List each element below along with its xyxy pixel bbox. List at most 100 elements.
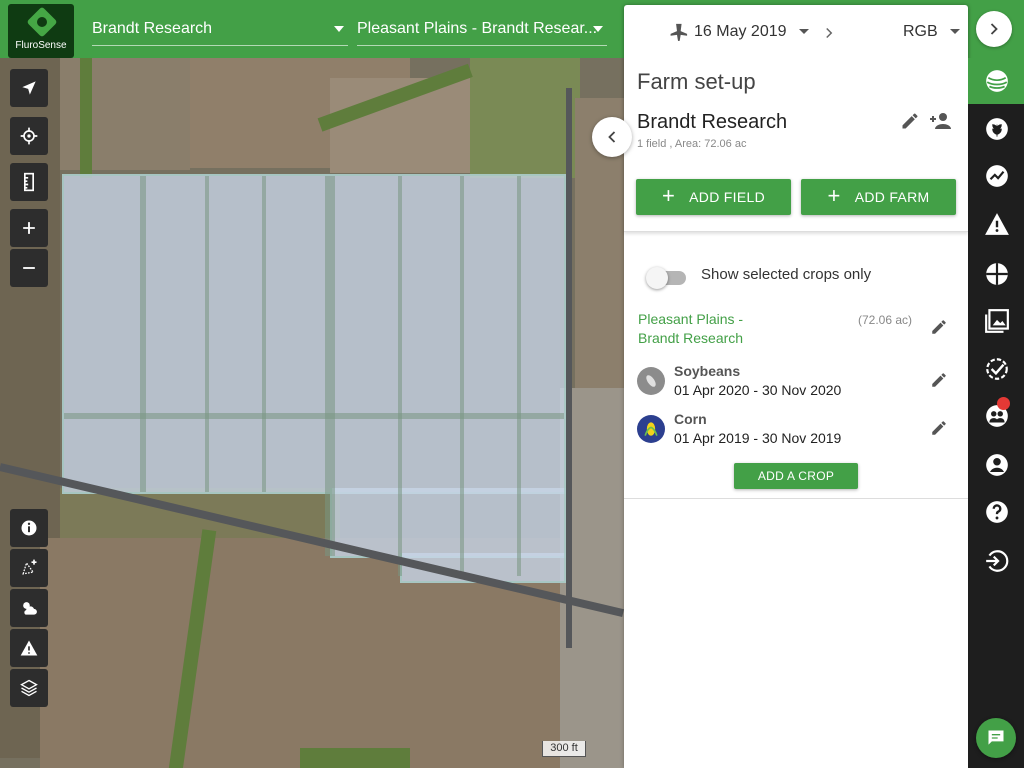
warning-button[interactable] (10, 629, 48, 667)
farm-setup-panel: 16 May 2019 RGB Farm set-up Brandt Resea… (624, 5, 968, 768)
pencil-icon (932, 320, 946, 334)
field-selector[interactable]: Pleasant Plains - Brandt Resear... (357, 12, 607, 46)
add-crop-button[interactable]: ADD A CROP (734, 463, 858, 489)
nav-checklist[interactable] (984, 356, 1010, 382)
add-farm-button[interactable]: + ADD FARM (801, 179, 956, 215)
chat-button[interactable] (976, 718, 1016, 758)
layer-selector[interactable]: RGB (903, 23, 961, 41)
nav-team[interactable] (984, 397, 1010, 429)
farm-selector[interactable]: Brandt Research (92, 12, 348, 46)
draw-polygon-icon (22, 559, 37, 575)
next-date-icon[interactable] (820, 24, 838, 42)
zones-icon (986, 263, 1008, 285)
locate-button[interactable] (10, 69, 48, 107)
field-area: (72.06 ac) (858, 313, 913, 327)
measure-button[interactable] (10, 163, 48, 201)
layers-button[interactable] (10, 669, 48, 707)
add-farm-label: ADD FARM (854, 189, 930, 205)
ruler-icon (24, 172, 34, 192)
soybean-icon (637, 367, 665, 395)
zoom-out-icon (23, 267, 35, 269)
chevron-down-icon (334, 26, 344, 32)
map-parcel (470, 58, 580, 178)
notification-badge (997, 397, 1010, 410)
info-button[interactable] (10, 509, 48, 547)
checklist-icon (986, 358, 1008, 380)
farm-name: Brandt Research (637, 111, 788, 133)
add-field-button[interactable]: + ADD FIELD (636, 179, 791, 215)
field-row-divider (517, 176, 521, 576)
location-arrow-icon (22, 81, 36, 95)
plus-icon: + (662, 183, 676, 208)
date-selector[interactable]: 16 May 2019 (694, 23, 809, 41)
nav-logout[interactable] (984, 548, 1010, 574)
edit-crop-button[interactable] (930, 419, 948, 437)
field-boundary-extension[interactable] (330, 488, 566, 558)
field-row-divider (262, 176, 266, 492)
map-road (566, 88, 572, 648)
layer-value: RGB (903, 23, 938, 40)
weather-icon (23, 602, 37, 615)
crop-name: Soybeans (674, 363, 741, 379)
field-boundary[interactable] (62, 174, 566, 494)
corn-icon (637, 415, 665, 443)
field-row-divider (460, 176, 464, 576)
draw-polygon-button[interactable] (10, 549, 48, 587)
zoom-out-button[interactable] (10, 249, 48, 287)
weather-button[interactable] (10, 589, 48, 627)
chevron-down-icon (950, 29, 961, 35)
images-icon (985, 309, 1009, 333)
nav-analytics[interactable] (984, 163, 1010, 189)
show-selected-crops-toggle[interactable] (646, 267, 690, 289)
person-add-icon (930, 113, 951, 129)
crop-dates: 01 Apr 2020 - 30 Nov 2020 (674, 382, 842, 398)
plane-icon[interactable] (666, 22, 688, 44)
map-grass-strip (300, 748, 410, 768)
date-value: 16 May 2019 (694, 23, 787, 40)
expand-panel-button[interactable] (976, 11, 1012, 47)
nav-crop[interactable] (984, 116, 1010, 142)
nav-account[interactable] (984, 452, 1010, 478)
nav-zones[interactable] (984, 261, 1010, 287)
zoom-in-icon (23, 222, 35, 234)
chevron-down-icon (798, 29, 809, 35)
field-row-divider (398, 176, 402, 576)
crop-icon (986, 118, 1008, 140)
toggle-knob (646, 267, 668, 289)
help-icon (986, 501, 1008, 523)
account-icon (986, 454, 1008, 476)
chevron-left-icon (608, 131, 616, 143)
field-name-line2: Brandt Research (638, 330, 744, 346)
analytics-icon (986, 165, 1008, 187)
field-row-divider (205, 176, 209, 492)
map-scale: 300 ft (542, 741, 586, 757)
pencil-icon (932, 421, 946, 435)
edit-farm-button[interactable] (900, 111, 920, 131)
chevron-down-icon (593, 26, 603, 32)
nav-images[interactable] (984, 308, 1010, 334)
field-row-divider (325, 176, 335, 556)
app-logo-text: FluroSense (15, 40, 67, 51)
date-navigation: 16 May 2019 RGB (624, 23, 968, 43)
leaf-logo-icon (26, 6, 58, 38)
center-button[interactable] (10, 117, 48, 155)
add-user-button[interactable] (928, 109, 952, 133)
edit-field-button[interactable] (930, 318, 948, 336)
add-field-label: ADD FIELD (689, 189, 765, 205)
panel-title: Farm set-up (637, 69, 756, 94)
divider (624, 498, 968, 499)
edit-crop-button[interactable] (930, 371, 948, 389)
warning-icon (20, 640, 38, 656)
crosshair-icon (20, 127, 38, 145)
nav-help[interactable] (984, 499, 1010, 525)
zoom-in-button[interactable] (10, 209, 48, 247)
panel-header: 16 May 2019 RGB Farm set-up Brandt Resea… (624, 5, 968, 232)
layers-icon (20, 679, 38, 697)
field-row-divider (140, 176, 146, 492)
nav-farm-setup[interactable] (984, 68, 1010, 94)
field-name-link[interactable]: Pleasant Plains - Brandt Research (638, 310, 743, 348)
nav-alerts[interactable] (984, 211, 1010, 237)
info-icon (21, 520, 37, 536)
app-logo[interactable]: FluroSense (8, 4, 74, 58)
collapse-panel-button[interactable] (592, 117, 632, 157)
